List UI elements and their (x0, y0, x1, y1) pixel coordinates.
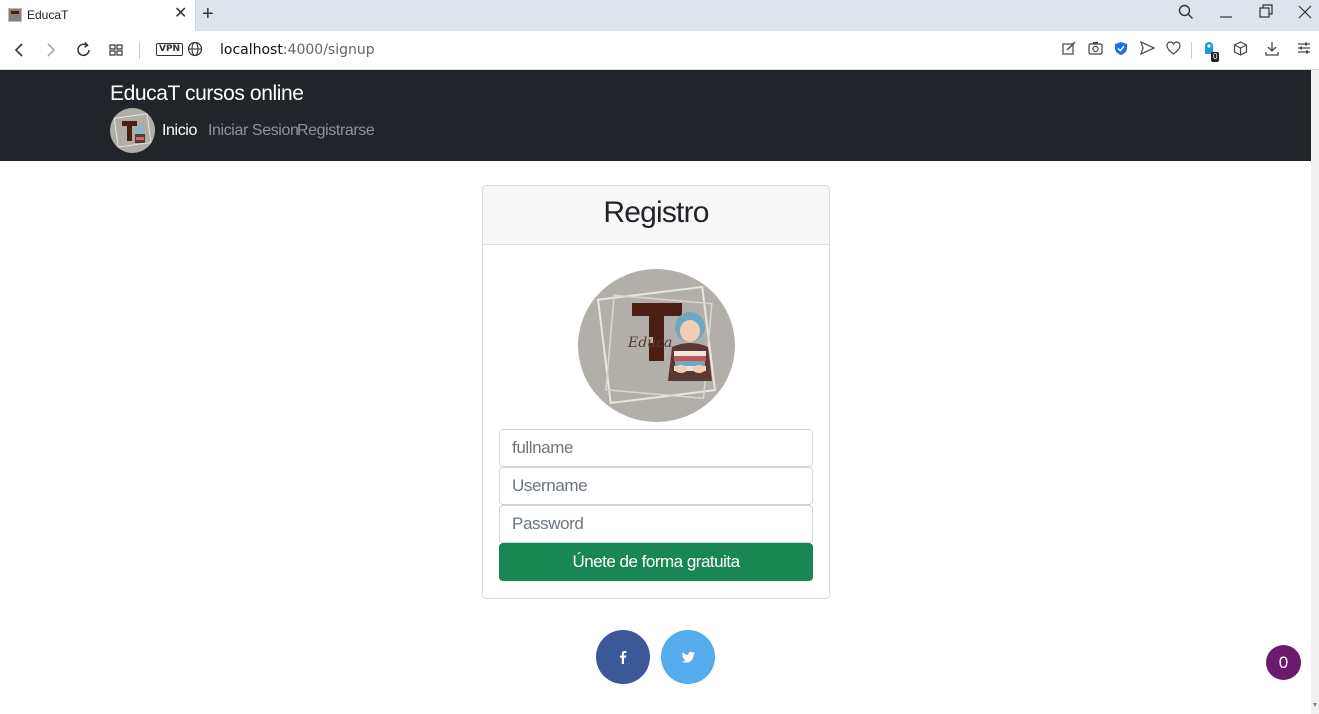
url-path: :4000/signup (282, 42, 375, 58)
logo-script-text: Educa (627, 335, 672, 351)
search-tabs-icon[interactable] (1178, 4, 1194, 26)
password-field[interactable] (499, 505, 813, 543)
navbar-logo[interactable] (110, 108, 155, 153)
signup-button[interactable]: Únete de forma gratuita (499, 543, 813, 581)
signup-card: Registro Educa Úne (482, 185, 830, 599)
nav-link-registrarse[interactable]: Registrarse (297, 122, 375, 140)
settings-sliders-icon[interactable] (1297, 41, 1311, 59)
speed-dial-icon[interactable] (108, 40, 124, 65)
heart-icon[interactable] (1166, 41, 1181, 59)
divider (139, 42, 140, 59)
new-tab-button[interactable]: + (202, 3, 214, 25)
scroll-down-icon[interactable]: ▼ (1311, 702, 1319, 712)
chat-counter-badge[interactable]: 0 (1266, 645, 1301, 680)
site-navbar: EducaT cursos online Inicio Iniciar Sesi… (0, 70, 1311, 161)
globe-icon[interactable] (187, 41, 203, 62)
nav-link-inicio[interactable]: Inicio (162, 122, 197, 140)
cube-icon[interactable] (1233, 41, 1248, 60)
minimize-icon[interactable] (1219, 4, 1233, 26)
vpn-badge[interactable]: VPN (156, 43, 184, 56)
divider (1191, 42, 1192, 59)
educat-logo: Educa (578, 269, 735, 422)
site-brand[interactable]: EducaT cursos online (110, 82, 304, 106)
close-tab-icon[interactable]: ✕ (174, 5, 187, 23)
close-window-icon[interactable] (1298, 4, 1312, 26)
twitter-icon (681, 651, 695, 663)
username-field[interactable] (499, 467, 813, 505)
page-viewport: EducaT cursos online Inicio Iniciar Sesi… (0, 70, 1319, 714)
forward-icon[interactable] (44, 40, 58, 65)
url-host: localhost (220, 42, 283, 58)
back-icon[interactable] (12, 40, 26, 65)
facebook-icon (620, 650, 627, 664)
nav-link-iniciar-sesion[interactable]: Iniciar Sesion (208, 122, 299, 140)
favicon-icon (8, 8, 22, 22)
card-header: Registro (483, 186, 829, 245)
send-icon[interactable] (1139, 40, 1156, 59)
browser-tab-bar: EducaT ✕ + (0, 0, 1319, 31)
twitter-button[interactable] (661, 630, 715, 684)
download-icon[interactable] (1265, 41, 1279, 60)
facebook-button[interactable] (596, 630, 650, 684)
shield-icon[interactable] (1114, 41, 1128, 60)
fullname-field[interactable] (499, 429, 813, 467)
edit-icon[interactable] (1062, 41, 1076, 59)
browser-tab[interactable]: EducaT ✕ (0, 0, 196, 31)
page-title: Registro (603, 196, 709, 229)
tab-title: EducaT (27, 8, 69, 22)
url-field[interactable]: localhost:4000/signup (220, 42, 375, 58)
reload-icon[interactable] (76, 40, 92, 65)
extension-badge: 0 (1211, 52, 1220, 62)
restore-icon[interactable] (1259, 4, 1273, 26)
scrollbar[interactable] (1311, 70, 1319, 714)
camera-icon[interactable] (1088, 41, 1103, 59)
address-bar: VPN localhost:4000/signup 0 (0, 31, 1319, 70)
